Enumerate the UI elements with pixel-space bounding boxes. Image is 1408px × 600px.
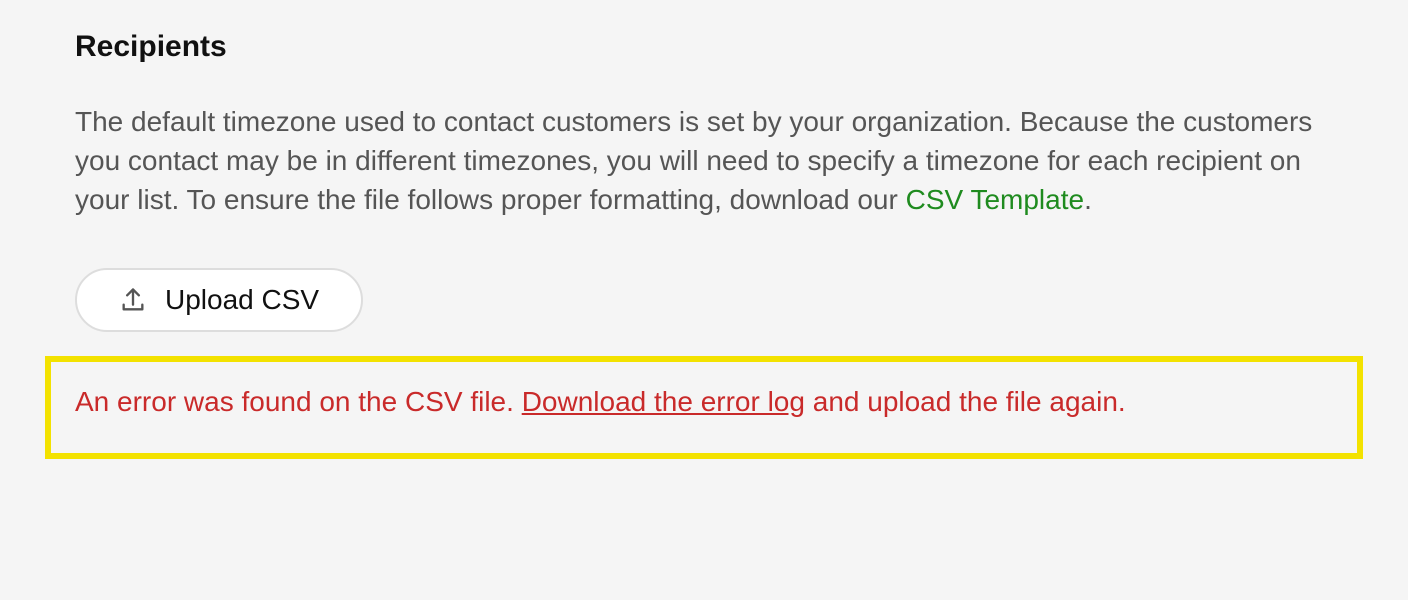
description-text-2: . bbox=[1084, 184, 1092, 215]
upload-icon bbox=[119, 286, 147, 314]
upload-csv-button[interactable]: Upload CSV bbox=[75, 268, 363, 332]
error-text-suffix: and upload the file again. bbox=[805, 386, 1126, 417]
recipients-description: The default timezone used to contact cus… bbox=[75, 102, 1333, 220]
description-text-1: The default timezone used to contact cus… bbox=[75, 106, 1312, 215]
download-error-log-link[interactable]: Download the error log bbox=[522, 386, 805, 417]
error-message-box: An error was found on the CSV file. Down… bbox=[45, 356, 1363, 459]
error-text-prefix: An error was found on the CSV file. bbox=[75, 386, 522, 417]
csv-template-link[interactable]: CSV Template bbox=[906, 184, 1084, 215]
upload-csv-label: Upload CSV bbox=[165, 284, 319, 316]
recipients-heading: Recipients bbox=[75, 30, 1333, 64]
